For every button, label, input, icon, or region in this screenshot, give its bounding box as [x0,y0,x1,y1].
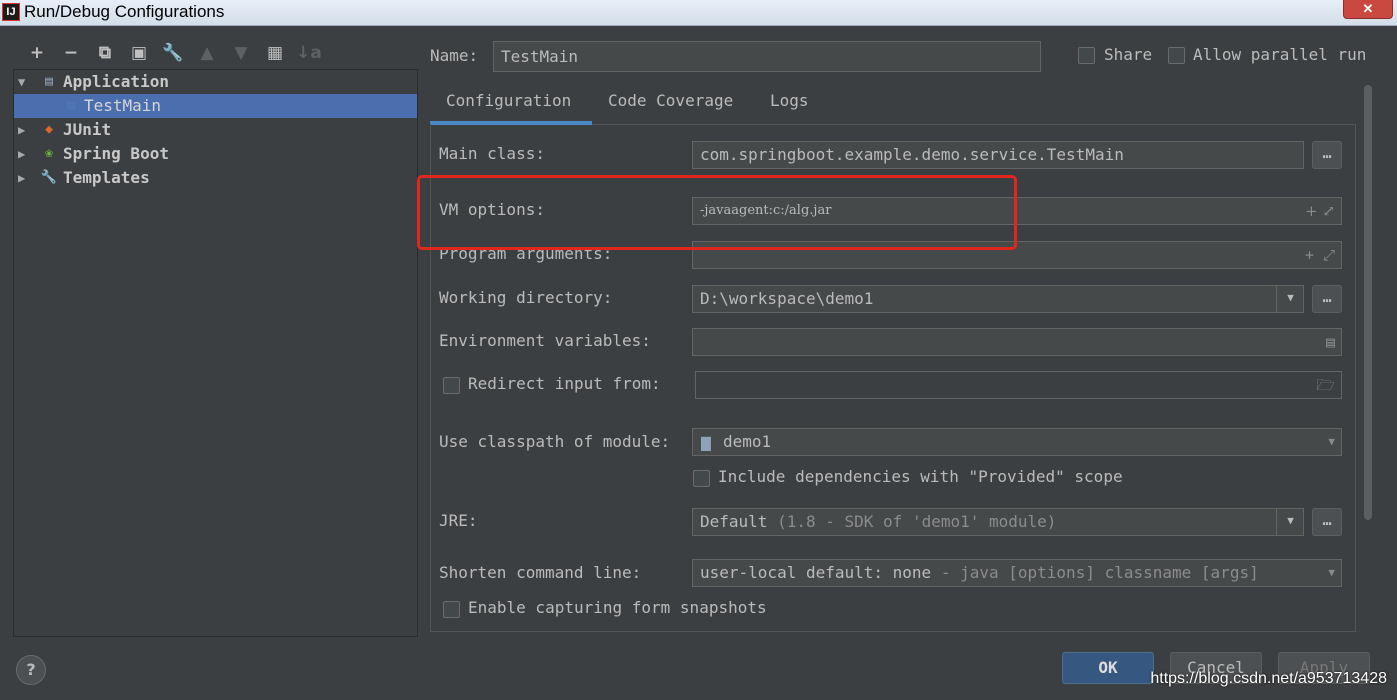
main-class-label: Main class: [439,144,545,163]
title-bar: IJ Run/Debug Configurations ✕ [0,0,1397,26]
share-label: Share [1104,45,1153,64]
shorten-hint: - java [options] classname [args] [940,563,1259,582]
tab-logs[interactable]: Logs [770,85,809,125]
new-folder-icon[interactable]: ▦ [258,42,292,64]
wrench-icon: 🔧 [40,170,58,185]
watermark-url: https://blog.csdn.net/a953713428 [1150,670,1387,687]
environment-variables-input[interactable]: ▤ [692,328,1342,356]
working-directory-label: Working directory: [439,288,613,307]
save-config-icon[interactable]: ▣ [122,42,156,64]
environment-variables-label: Environment variables: [439,331,651,350]
intellij-app-icon: IJ [2,3,20,21]
name-label: Name: [430,46,479,65]
add-expand-icons[interactable]: + ⤢ [1305,242,1335,268]
allow-parallel-run-checkbox[interactable] [1168,47,1185,64]
close-window-button[interactable]: ✕ [1343,0,1393,19]
folder-icon[interactable]: 🗁 [1316,372,1335,398]
tree-node-label: JUnit [63,120,112,139]
include-dependencies-checkbox[interactable] [693,470,710,487]
tree-node-label: Application [63,72,169,91]
classpath-module-value: demo1 [723,432,772,451]
classpath-module-select[interactable]: ▆ demo1 ▼ [692,428,1342,456]
jre-value: Default [700,512,768,531]
move-down-icon[interactable]: ▼ [224,42,258,64]
include-dependencies-label: Include dependencies with "Provided" sco… [718,467,1123,486]
edit-list-icon[interactable]: ▤ [1326,329,1335,355]
enable-snapshots-label: Enable capturing form snapshots [468,598,767,617]
add-expand-icons[interactable]: + ⤢ [1305,198,1335,224]
config-tree: ▼ ▤ Application ▤ TestMain ▶ ◆ JUnit ▶ ❀… [13,69,418,637]
shorten-command-line-label: Shorten command line: [439,563,642,582]
collapsed-arrow-icon[interactable]: ▶ [18,166,25,190]
allow-parallel-run-label: Allow parallel run [1193,45,1367,64]
shorten-value: user-local default: none [700,563,932,582]
chevron-down-icon[interactable]: ▼ [1276,508,1304,536]
expanded-arrow-icon[interactable]: ▼ [18,70,25,94]
tree-node-label: TestMain [84,96,162,115]
tree-node-templates[interactable]: ▶ 🔧 Templates [14,166,417,190]
tree-node-testmain[interactable]: ▤ TestMain [14,94,417,118]
application-config-icon: ▤ [67,98,75,113]
spring-boot-icon: ❀ [45,146,53,161]
help-button[interactable]: ? [16,655,46,685]
name-input[interactable]: TestMain [493,41,1041,72]
tree-node-junit[interactable]: ▶ ◆ JUnit [14,118,417,142]
tree-node-spring-boot[interactable]: ▶ ❀ Spring Boot [14,142,417,166]
tree-node-label: Spring Boot [63,144,169,163]
chevron-down-icon[interactable]: ▼ [1328,560,1335,586]
tab-code-coverage[interactable]: Code Coverage [608,85,733,125]
junit-icon: ◆ [45,122,53,137]
shorten-command-line-select[interactable]: user-local default: none - java [options… [692,559,1342,587]
config-toolbar: + − ⧉ ▣ 🔧 ▲ ▼ ▦ ↓a [20,42,326,64]
collapsed-arrow-icon[interactable]: ▶ [18,118,25,142]
collapsed-arrow-icon[interactable]: ▶ [18,142,25,166]
jre-select[interactable]: Default (1.8 - SDK of 'demo1' module) [692,508,1304,536]
jre-label: JRE: [439,511,478,530]
copy-config-icon[interactable]: ⧉ [88,42,122,64]
edit-defaults-wrench-icon[interactable]: 🔧 [156,42,190,64]
main-class-input[interactable]: com.springboot.example.demo.service.Test… [692,141,1304,169]
tree-node-application[interactable]: ▼ ▤ Application [14,70,417,94]
classpath-module-label: Use classpath of module: [439,432,671,451]
share-checkbox[interactable] [1078,47,1095,64]
redirect-input-label: Redirect input from: [468,374,661,393]
redirect-input-checkbox[interactable] [443,377,460,394]
vertical-scrollbar[interactable] [1364,85,1372,520]
jre-hint: (1.8 - SDK of 'demo1' module) [777,512,1057,531]
tab-configuration[interactable]: Configuration [430,85,592,125]
redirect-input-field[interactable]: 🗁 [695,371,1342,399]
config-tabs: Configuration Code Coverage Logs [430,85,1356,125]
module-folder-icon: ▆ [701,432,711,451]
browse-main-class-button[interactable]: … [1312,141,1342,169]
tree-node-label: Templates [63,168,150,187]
annotation-highlight-box [417,175,1017,250]
enable-snapshots-checkbox[interactable] [443,601,460,618]
working-directory-input[interactable]: D:\workspace\demo1 [692,285,1304,313]
sort-icon[interactable]: ↓a [292,42,326,64]
move-up-icon[interactable]: ▲ [190,42,224,64]
add-config-icon[interactable]: + [20,42,54,64]
browse-jre-button[interactable]: … [1312,508,1342,536]
chevron-down-icon[interactable]: ▼ [1328,429,1335,455]
application-icon: ▤ [45,74,53,89]
window-title: Run/Debug Configurations [24,2,225,21]
ok-button[interactable]: OK [1062,652,1154,684]
chevron-down-icon[interactable]: ▼ [1276,285,1304,313]
browse-working-directory-button[interactable]: … [1312,285,1342,313]
remove-config-icon[interactable]: − [54,42,88,64]
